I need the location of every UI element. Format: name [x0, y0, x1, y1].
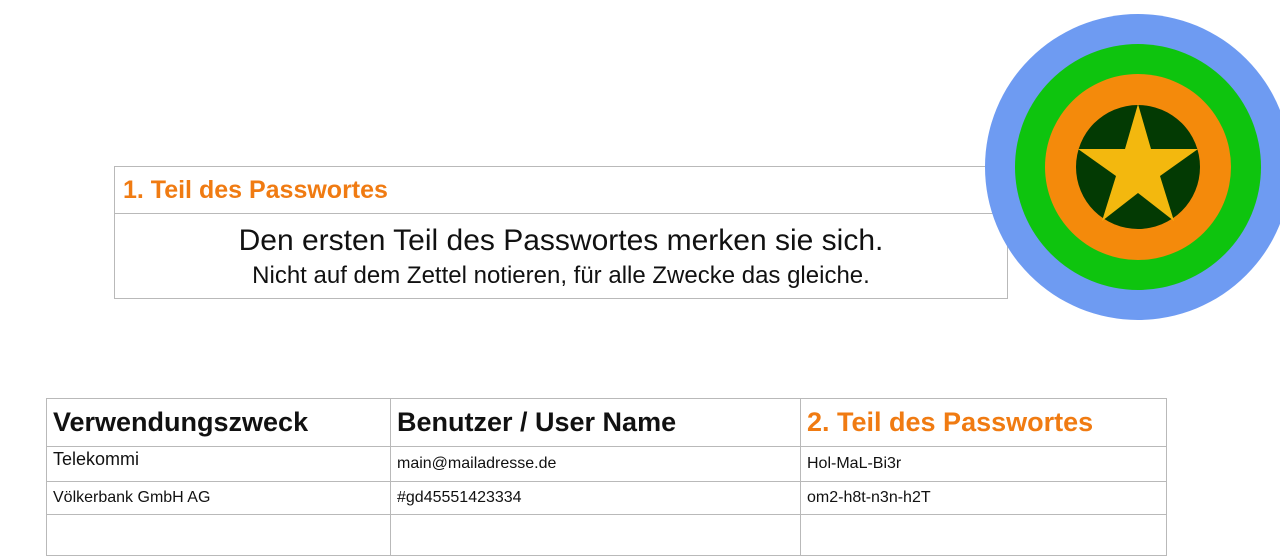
cell-purpose[interactable]	[46, 514, 391, 556]
table-header-row: Verwendungszweck Benutzer / User Name 2.…	[46, 398, 1167, 447]
cell-username[interactable]	[390, 514, 801, 556]
cell-password-part2[interactable]	[800, 514, 1167, 556]
table-row: Telekommi main@mailadresse.de Hol-MaL-Bi…	[46, 446, 1167, 482]
cell-username[interactable]: main@mailadresse.de	[390, 446, 801, 482]
table-row: Völkerbank GmbH AG #gd45551423334 om2-h8…	[46, 481, 1167, 515]
cell-password-part2[interactable]: Hol-MaL-Bi3r	[800, 446, 1167, 482]
column-header-password-part2: 2. Teil des Passwortes	[800, 398, 1167, 447]
column-header-purpose: Verwendungszweck	[46, 398, 391, 447]
cell-purpose[interactable]: Völkerbank GmbH AG	[46, 481, 391, 515]
star-target-icon	[985, 14, 1280, 320]
password-table: Verwendungszweck Benutzer / User Name 2.…	[46, 398, 1167, 556]
cell-password-part2[interactable]: om2-h8t-n3n-h2T	[800, 481, 1167, 515]
password-part1-instruction: Den ersten Teil des Passwortes merken si…	[238, 224, 884, 257]
password-part1-box: 1. Teil des Passwortes Den ersten Teil d…	[114, 166, 1008, 299]
cell-username[interactable]: #gd45551423334	[390, 481, 801, 515]
cell-purpose[interactable]: Telekommi	[46, 446, 391, 482]
password-part1-note: Nicht auf dem Zettel notieren, für alle …	[252, 262, 870, 289]
table-row	[46, 514, 1167, 556]
column-header-username: Benutzer / User Name	[390, 398, 801, 447]
password-part1-heading: 1. Teil des Passwortes	[115, 167, 1007, 214]
